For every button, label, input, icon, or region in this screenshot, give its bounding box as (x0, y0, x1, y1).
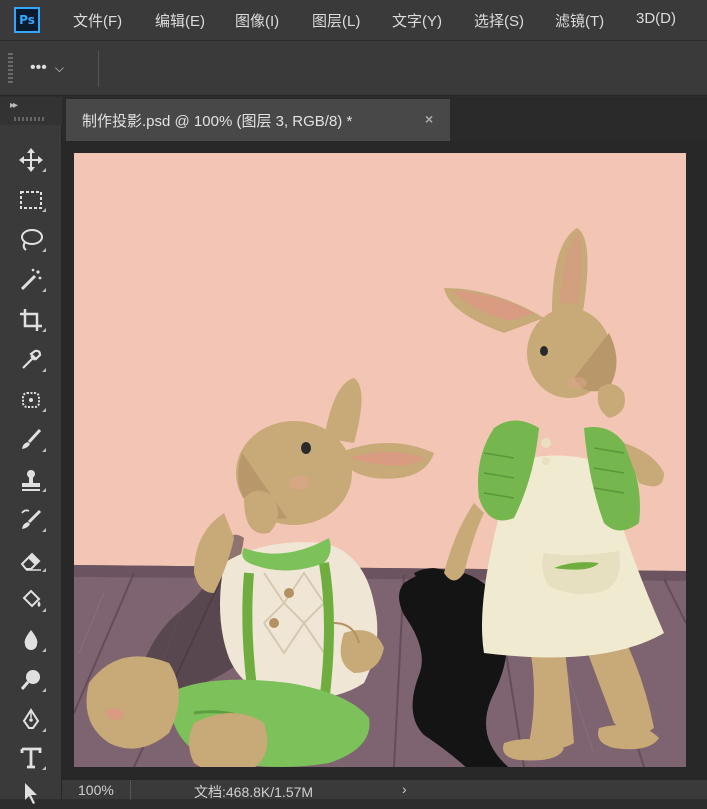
collapse-icon[interactable]: ▸▸ (10, 100, 18, 111)
pen-icon[interactable] (14, 704, 48, 736)
paint-bucket-icon[interactable] (14, 584, 48, 616)
document-tab-bar: 制作投影.psd @ 100% (图层 3, RGB/8) * × (62, 97, 707, 141)
document-tab[interactable]: 制作投影.psd @ 100% (图层 3, RGB/8) * × (66, 99, 450, 141)
options-divider (98, 51, 99, 87)
menu-filter[interactable]: 滤镜(T) (555, 10, 604, 31)
close-icon[interactable]: × (425, 111, 433, 127)
menu-select[interactable]: 选择(S) (474, 10, 524, 31)
document-canvas[interactable] (74, 153, 686, 767)
menu-3d[interactable]: 3D(D) (636, 10, 676, 27)
options-bar: ••• ⌵ (0, 40, 707, 96)
status-divider (130, 780, 131, 800)
tools-panel: ▸▸ (0, 97, 62, 804)
zoom-level[interactable]: 100% (78, 782, 114, 798)
status-bar: 100% 文档:468.8K/1.57M › (62, 779, 707, 800)
rectangular-marquee-icon[interactable] (14, 184, 48, 216)
tools-panel-grip[interactable] (14, 117, 46, 121)
eyedropper-icon[interactable] (14, 344, 48, 376)
options-bar-grip[interactable] (8, 53, 13, 83)
menu-file[interactable]: 文件(F) (73, 10, 122, 31)
more-icon: ••• (30, 59, 47, 76)
menu-type[interactable]: 文字(Y) (392, 10, 442, 31)
tools-panel-header: ▸▸ (0, 97, 62, 125)
canvas-image (74, 153, 686, 767)
eraser-icon[interactable] (14, 544, 48, 576)
document-title: 制作投影.psd @ 100% (图层 3, RGB/8) * (82, 112, 353, 130)
document-info: 文档:468.8K/1.57M (194, 784, 314, 800)
chevron-down-icon: ⌵ (54, 60, 64, 75)
type-icon[interactable] (14, 742, 48, 774)
workspace (62, 141, 707, 779)
menu-bar: Ps 文件(F) 编辑(E) 图像(I) 图层(L) 文字(Y) 选择(S) 滤… (0, 0, 707, 40)
spot-healing-icon[interactable] (14, 384, 48, 416)
menu-edit[interactable]: 编辑(E) (155, 10, 205, 31)
lasso-icon[interactable] (14, 224, 48, 256)
menu-layer[interactable]: 图层(L) (312, 10, 360, 31)
clone-stamp-icon[interactable] (14, 464, 48, 496)
photoshop-logo[interactable]: Ps (14, 7, 40, 33)
path-selection-icon[interactable] (14, 777, 48, 809)
blur-icon[interactable] (14, 624, 48, 656)
dodge-icon[interactable] (14, 664, 48, 696)
crop-icon[interactable] (14, 304, 48, 336)
move-tool-icon[interactable] (14, 144, 48, 176)
history-brush-icon[interactable] (14, 504, 48, 536)
status-menu-arrow-icon[interactable]: › (402, 781, 407, 797)
menu-image[interactable]: 图像(I) (235, 10, 279, 31)
brush-icon[interactable] (14, 424, 48, 456)
more-options-button[interactable]: ••• ⌵ (30, 57, 64, 79)
magic-wand-icon[interactable] (14, 264, 48, 296)
